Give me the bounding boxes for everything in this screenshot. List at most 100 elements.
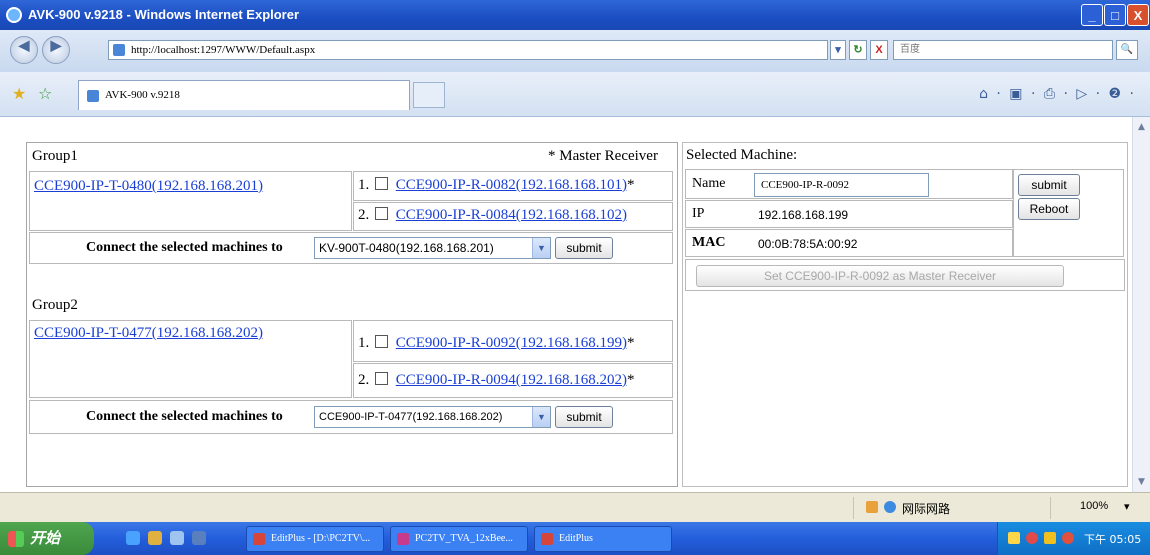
receiver-number: 2. [358,207,370,223]
scroll-down-icon[interactable]: ▼ [1134,474,1149,490]
group1-transmitter-cell: CCE900-IP-T-0480(192.168.168.201) [29,171,352,231]
quicklaunch-app-icon[interactable] [148,531,162,545]
new-tab-button[interactable] [413,82,445,108]
favorites-star-icon[interactable]: ★ [12,84,26,103]
vertical-scrollbar[interactable]: ▲ ▼ [1132,117,1150,492]
ip-value: 192.168.168.199 [758,208,849,222]
close-button[interactable]: X [1127,4,1149,26]
group1-connect-label: Connect the selected machines to [86,240,283,255]
search-input[interactable]: 百度 [893,40,1113,60]
group2-receiver-link[interactable]: CCE900-IP-R-0092(192.168.168.199) [396,335,627,351]
ip-label: IP [692,206,705,221]
group2-transmitter-link[interactable]: CCE900-IP-T-0477(192.168.168.202) [34,325,263,341]
protected-mode-icon [866,501,878,513]
refresh-button[interactable]: ↻ [849,40,867,60]
receiver-checkbox[interactable] [375,177,388,190]
mac-value: 00:0B:78:5A:00:92 [758,237,858,251]
name-label: Name [692,176,726,191]
quicklaunch-ie-icon[interactable] [126,531,140,545]
receiver-checkbox[interactable] [375,372,388,385]
tab-page-icon [87,90,99,102]
group1-connect-row: Connect the selected machines to KV-900T… [29,232,673,264]
group1-submit-button[interactable]: submit [555,237,613,259]
clock: 下午 05:05 [1084,533,1142,546]
zoom-level[interactable]: 100% [1080,500,1108,512]
select-value: CCE900-IP-T-0477(192.168.168.202) [319,411,503,423]
master-receiver-note: * Master Receiver [548,148,658,164]
address-toolbar: ◀ ▶ http://localhost:1297/WWW/Default.as… [0,30,1150,73]
master-mark: * [627,177,635,193]
group2-submit-button[interactable]: submit [555,406,613,428]
quicklaunch-misc-icon[interactable] [192,531,206,545]
address-field[interactable]: http://localhost:1297/WWW/Default.aspx [108,40,828,60]
zoom-dropdown-icon[interactable]: ▾ [1124,500,1130,513]
tray-network-icon[interactable] [1026,532,1038,544]
set-master-button[interactable]: Set CCE900-IP-R-0092 as Master Receiver [696,265,1064,287]
select-value: KV-900T-0480(192.168.168.201) [319,241,494,255]
system-tray: 下午 05:05 [997,522,1150,555]
taskbar-item[interactable]: EditPlus - [D:\PC2TV\... [246,526,384,552]
group1-target-select[interactable]: KV-900T-0480(192.168.168.201) ▼ [314,237,551,259]
zone-label: 网际网路 [902,502,951,516]
group2-connect-label: Connect the selected machines to [86,409,283,424]
set-master-row: Set CCE900-IP-R-0092 as Master Receiver [685,259,1125,291]
tab-current[interactable]: AVK-900 v.9218 [78,80,410,110]
start-button[interactable]: 开始 [0,522,94,555]
status-bar: 网际网路 100% ▾ [0,492,1150,523]
group1-receiver-link[interactable]: CCE900-IP-R-0084(192.168.168.102) [396,207,627,223]
group1-receiver-link[interactable]: CCE900-IP-R-0082(192.168.168.101) [396,177,627,193]
name-row: Name CCE900-IP-R-0092 [685,169,1013,199]
mac-label: MAC [692,235,726,250]
group2-connect-row: Connect the selected machines to CCE900-… [29,400,673,434]
receiver-checkbox[interactable] [375,335,388,348]
start-label: 开始 [30,530,61,547]
back-button[interactable]: ◀ [10,36,38,64]
forward-button[interactable]: ▶ [42,36,70,64]
taskbar-item[interactable]: EditPlus [534,526,672,552]
stop-button[interactable]: X [870,40,888,60]
minimize-button[interactable]: _ [1081,4,1103,26]
action-buttons-cell: submit Reboot [1013,169,1124,257]
status-divider [1050,497,1051,519]
visual-studio-icon [397,533,409,545]
task-label: PC2TV_TVA_12xBee... [415,533,513,544]
address-dropdown-button[interactable]: ▾ [830,40,846,60]
machine-name-input[interactable]: CCE900-IP-R-0092 [754,173,929,197]
editplus-icon [253,533,265,545]
url-text: http://localhost:1297/WWW/Default.aspx [131,44,316,56]
command-bar-icons[interactable]: ⌂ · ▣ · ⎙ · ▷ · ❷ · [979,86,1136,102]
group2-target-select[interactable]: CCE900-IP-T-0477(192.168.168.202) ▼ [314,406,551,428]
windows-flag-icon [8,531,24,547]
tray-security-icon[interactable] [1044,532,1056,544]
group2-receiver-link[interactable]: CCE900-IP-R-0094(192.168.168.202) [396,372,627,388]
receiver-number: 1. [358,177,370,193]
reboot-button[interactable]: Reboot [1018,198,1080,220]
maximize-button[interactable]: □ [1104,4,1126,26]
group1-receiver-row: 1. CCE900-IP-R-0082(192.168.168.101)* [353,171,673,201]
taskbar-item[interactable]: PC2TV_TVA_12xBee... [390,526,528,552]
window-titlebar: AVK-900 v.9218 - Windows Internet Explor… [0,0,1150,30]
windows-taskbar: 开始 EditPlus - [D:\PC2TV\... PC2TV_TVA_12… [0,522,1150,555]
group1-transmitter-link[interactable]: CCE900-IP-T-0480(192.168.168.201) [34,178,263,194]
page-icon [113,44,125,56]
mac-row: MAC 00:0B:78:5A:00:92 [685,229,1013,257]
internet-zone-icon [884,501,896,513]
page-content: Group1 * Master Receiver CCE900-IP-T-048… [0,117,1132,492]
status-divider [853,497,854,519]
task-label: EditPlus [559,533,593,544]
search-icon[interactable]: 🔍 [1116,40,1138,60]
editplus-icon [541,533,553,545]
tray-app-icon[interactable] [1008,532,1020,544]
quicklaunch-desktop-icon[interactable] [170,531,184,545]
receiver-checkbox[interactable] [375,207,388,220]
tab-title: AVK-900 v.9218 [105,89,180,101]
group1-title: Group1 [32,148,78,164]
tray-update-icon[interactable] [1062,532,1074,544]
group2-transmitter-cell: CCE900-IP-T-0477(192.168.168.202) [29,320,352,398]
add-favorite-icon[interactable]: ☆ [38,84,52,103]
scroll-up-icon[interactable]: ▲ [1134,119,1149,135]
ip-row: IP 192.168.168.199 [685,200,1013,228]
master-mark: * [627,372,635,388]
group2-receiver-row: 1. CCE900-IP-R-0092(192.168.168.199)* [353,320,673,362]
machine-submit-button[interactable]: submit [1018,174,1080,196]
